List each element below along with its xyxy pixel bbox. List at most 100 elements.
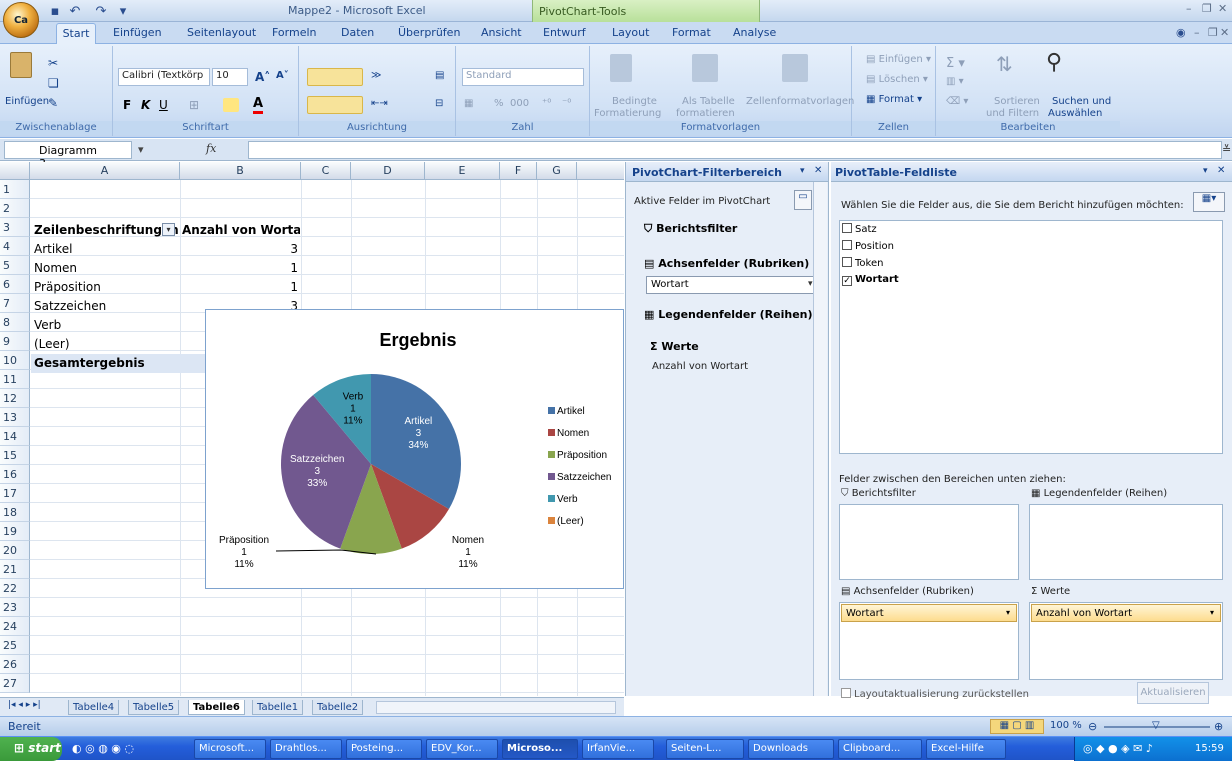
merge-icon[interactable]: ⊟: [435, 98, 443, 109]
find-select-label[interactable]: Suchen und: [1052, 96, 1111, 107]
autosum-icon[interactable]: Σ ▾: [946, 56, 965, 71]
insert-cells-button[interactable]: ▤ Einfügen ▾: [866, 54, 931, 65]
fx-icon[interactable]: fx: [206, 142, 216, 155]
taskbar-item[interactable]: Downloads: [748, 739, 834, 759]
ribbon-minimize-icon[interactable]: –: [1194, 26, 1200, 39]
workbook-restore-icon[interactable]: ❐: [1208, 26, 1218, 39]
italic-button[interactable]: K: [141, 98, 150, 112]
format-painter-icon[interactable]: ✎: [48, 96, 58, 110]
pill-dropdown-icon[interactable]: ▾: [1006, 608, 1010, 617]
axis-field-select[interactable]: Wortart: [646, 276, 822, 294]
indent-icon[interactable]: ⇤⇥: [371, 98, 388, 109]
row-header[interactable]: 17: [0, 484, 30, 503]
row-header[interactable]: 12: [0, 389, 30, 408]
clear-icon[interactable]: ⌫ ▾: [946, 96, 968, 107]
tab-insert[interactable]: Einfügen: [113, 26, 162, 39]
paste-button[interactable]: Einfügen: [5, 96, 49, 107]
column-header-c[interactable]: C: [301, 162, 351, 180]
underline-button[interactable]: U: [159, 98, 168, 112]
row-header[interactable]: 27: [0, 674, 30, 693]
sheet-tab-active[interactable]: Tabelle6: [188, 700, 245, 715]
close-icon[interactable]: ✕: [1218, 2, 1227, 15]
field-checkbox-position[interactable]: Position: [842, 240, 894, 252]
pivot-value-header[interactable]: Anzahl von Wortart: [182, 221, 300, 240]
save-icon[interactable]: ▪: [46, 3, 64, 19]
row-header[interactable]: 22: [0, 579, 30, 598]
increase-decimal-icon[interactable]: ⁺⁰: [542, 98, 551, 109]
zoom-in-icon[interactable]: ⊕: [1214, 720, 1223, 733]
zoom-out-icon[interactable]: ⊖: [1088, 720, 1097, 733]
sheet-nav-arrows-icon[interactable]: |◂ ◂ ▸ ▸|: [8, 700, 41, 710]
copy-icon[interactable]: ❏: [48, 76, 59, 90]
pivot-row-label[interactable]: (Leer): [34, 335, 174, 354]
checkbox-icon[interactable]: [842, 257, 852, 267]
sheet-tab[interactable]: Tabelle2: [312, 700, 364, 715]
sheet-tab[interactable]: Tabelle4: [68, 700, 120, 715]
row-header[interactable]: 20: [0, 541, 30, 560]
undo-icon[interactable]: ↶: [66, 3, 84, 19]
report-filter-area[interactable]: [839, 504, 1019, 580]
pivot-row-label[interactable]: Artikel: [34, 240, 174, 259]
pivot-row-label[interactable]: Nomen: [34, 259, 174, 278]
row-header[interactable]: 11: [0, 370, 30, 389]
find-select-label-2[interactable]: Auswählen: [1048, 108, 1102, 119]
field-checkbox-satz[interactable]: Satz: [842, 223, 877, 235]
quick-launch-icons[interactable]: ◐ ◎ ◍ ◉ ◌: [72, 742, 134, 755]
vertical-scrollbar[interactable]: [813, 182, 827, 696]
tab-formulas[interactable]: Formeln: [272, 26, 317, 39]
pivot-row-label[interactable]: Verb: [34, 316, 174, 335]
sort-filter-icon[interactable]: ⇅: [996, 52, 1013, 76]
taskbar-item[interactable]: Posteing...: [346, 739, 422, 759]
row-header[interactable]: 8: [0, 313, 30, 332]
format-as-table-label[interactable]: Als Tabelle: [682, 96, 735, 107]
tab-layout[interactable]: Layout: [612, 26, 649, 39]
taskbar-item[interactable]: Excel-Hilfe: [926, 739, 1006, 759]
cell-styles-label[interactable]: Zellenformatvorlagen: [746, 96, 854, 107]
row-header[interactable]: 14: [0, 427, 30, 446]
tab-design[interactable]: Entwurf: [543, 26, 586, 39]
column-header-blank[interactable]: [577, 162, 624, 180]
axis-field-pill[interactable]: Wortart ▾: [841, 604, 1017, 622]
font-color-icon[interactable]: A: [253, 96, 264, 114]
pivot-chart[interactable]: Ergebnis Artikel 3 34% Nomen 1 11% Präposition…: [205, 309, 624, 589]
pivot-row-label[interactable]: Präposition: [34, 278, 174, 297]
border-icon[interactable]: ⊞: [189, 98, 199, 112]
filter-dropdown-icon[interactable]: ▾: [162, 223, 175, 236]
axis-field-dropdown-icon[interactable]: ▾: [808, 279, 813, 289]
row-header[interactable]: 4: [0, 237, 30, 256]
row-header[interactable]: 2: [0, 199, 30, 218]
sort-filter-label-2[interactable]: und Filtern: [986, 108, 1039, 119]
column-header-g[interactable]: G: [537, 162, 577, 180]
name-box[interactable]: Diagramm 3: [4, 141, 132, 170]
field-list-toggle-icon[interactable]: ▭: [794, 190, 812, 210]
column-header-f[interactable]: F: [500, 162, 537, 180]
view-buttons-icon[interactable]: ▦ ▢ ▥: [990, 719, 1044, 734]
taskbar-item[interactable]: IrfanVie...: [582, 739, 654, 759]
taskbar-item-active[interactable]: Microso...: [502, 739, 578, 759]
row-header[interactable]: 15: [0, 446, 30, 465]
pane-menu-icon[interactable]: ▾: [800, 166, 805, 176]
shrink-font-icon[interactable]: A˅: [276, 70, 289, 81]
taskbar-item[interactable]: Clipboard...: [838, 739, 922, 759]
column-header-b[interactable]: B: [180, 162, 301, 180]
office-button[interactable]: Ca: [3, 2, 39, 38]
format-cells-button[interactable]: ▦ Format ▾: [866, 94, 922, 105]
column-header-d[interactable]: D: [351, 162, 425, 180]
tab-review[interactable]: Überprüfen: [398, 26, 460, 39]
percent-button[interactable]: %: [494, 98, 504, 109]
field-checkbox-wortart[interactable]: ✓ Wortart: [842, 274, 899, 286]
pill-dropdown-icon[interactable]: ▾: [1210, 608, 1214, 617]
formula-input[interactable]: [248, 141, 1222, 159]
workbook-close-icon[interactable]: ✕: [1220, 26, 1229, 39]
checkbox-icon[interactable]: [842, 223, 852, 233]
row-header[interactable]: 9: [0, 332, 30, 351]
tray-icons[interactable]: ◎ ◆ ● ◈ ✉ ♪: [1083, 742, 1153, 755]
pivot-row-label[interactable]: Satzzeichen: [34, 297, 174, 316]
layout-options-icon[interactable]: ▦▾: [1193, 192, 1225, 212]
minimize-icon[interactable]: –: [1186, 2, 1192, 15]
tab-page-layout[interactable]: Seitenlayout: [187, 26, 256, 39]
delete-cells-button[interactable]: ▤ Löschen ▾: [866, 74, 928, 85]
orientation-icon[interactable]: ≫: [371, 70, 381, 81]
formula-expand-icon[interactable]: ≚: [1222, 143, 1231, 156]
tab-view[interactable]: Ansicht: [481, 26, 522, 39]
